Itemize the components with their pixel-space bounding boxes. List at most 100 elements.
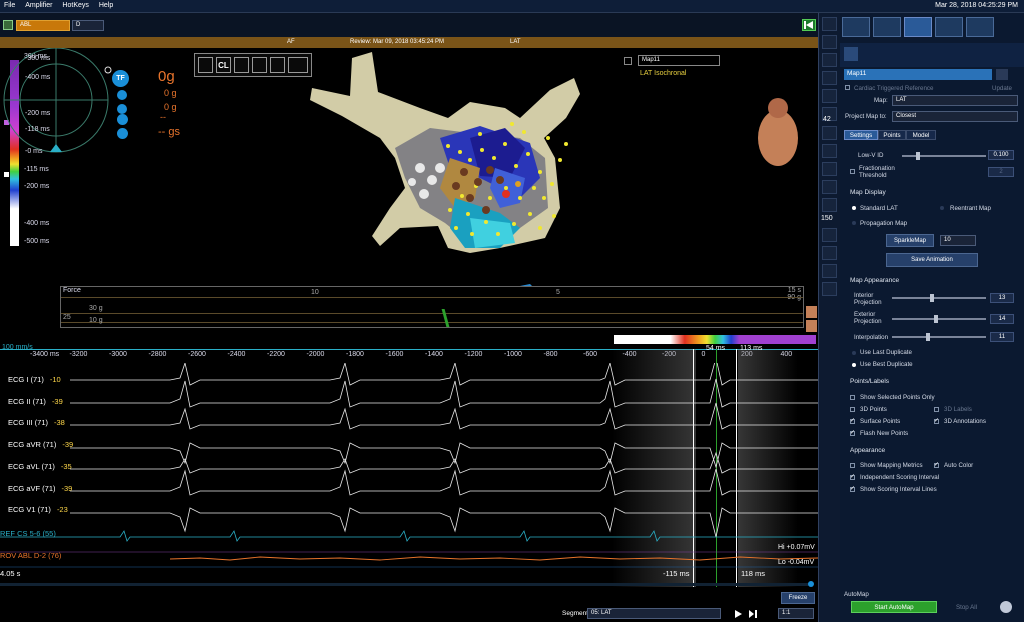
ecg-waveform-view[interactable]: 100 mm/s -3400 ms -3200 -3000 -2800 -2600 -24… <box>0 333 818 622</box>
show-selected-checkbox[interactable] <box>850 395 855 400</box>
interpolation-slider[interactable] <box>892 333 986 341</box>
map-type-icon[interactable] <box>844 47 858 61</box>
standard-lat-radio[interactable] <box>852 206 856 210</box>
gear-icon[interactable] <box>822 282 837 296</box>
play-icon[interactable] <box>734 609 743 619</box>
use-last-radio[interactable] <box>852 351 856 355</box>
propagation-radio[interactable] <box>852 221 856 225</box>
map-name-field[interactable]: Map11 <box>844 69 992 80</box>
menu-help[interactable]: Help <box>95 0 117 9</box>
spark-icon[interactable] <box>270 57 285 73</box>
exterior-slider[interactable] <box>892 315 986 323</box>
use-best-radio[interactable] <box>852 363 856 367</box>
map-options-icon[interactable] <box>996 69 1008 80</box>
catheter-select[interactable]: ABL <box>16 20 70 31</box>
catheter-icon[interactable] <box>3 20 13 30</box>
pointer-icon[interactable] <box>822 71 837 85</box>
annot3d-checkbox[interactable] <box>934 417 939 424</box>
menu-hotkeys[interactable]: HotKeys <box>58 0 92 9</box>
lo-value: Lo -0.04mV <box>778 559 815 566</box>
sweep-speed: 100 mm/s <box>2 344 33 351</box>
lowv-slider[interactable] <box>902 152 986 160</box>
update-button[interactable]: Update <box>992 85 1012 92</box>
menu-amplifier[interactable]: Amplifier <box>21 0 56 9</box>
lowv-value[interactable]: 0.100 <box>988 150 1014 160</box>
waveform-icon[interactable] <box>198 57 213 73</box>
segment-select[interactable]: 05: LAT <box>587 608 721 619</box>
panel-tab-map-icon[interactable] <box>904 17 932 37</box>
tf-badge[interactable]: TF <box>112 70 129 87</box>
interior-value[interactable]: 13 <box>990 293 1014 303</box>
sparklemap-button[interactable]: SparkleMap <box>886 234 934 247</box>
start-automap-button[interactable]: Start AutoMap <box>851 601 937 613</box>
interior-slider[interactable] <box>892 294 986 302</box>
project-select[interactable]: Closest <box>892 111 1018 122</box>
ruler-tick: -3400 ms <box>30 351 60 358</box>
tab-points[interactable]: Points <box>878 130 906 140</box>
lat-window-bar[interactable] <box>614 335 816 344</box>
cycle-length-icon[interactable]: CL <box>216 57 231 73</box>
fract-value[interactable]: 2 <box>988 167 1014 177</box>
scoring-lines-checkbox[interactable] <box>850 485 855 492</box>
sparkle-count-select[interactable]: 10 <box>940 235 976 246</box>
map-3d-view[interactable]: 300 ms -115 ms -200 ms -400 ms -500 ms -… <box>0 48 818 333</box>
hand-icon[interactable] <box>822 53 837 67</box>
cardiac-ref-checkbox[interactable] <box>845 85 850 90</box>
fract-checkbox[interactable] <box>850 169 855 174</box>
menu-file[interactable]: File <box>0 0 19 9</box>
labels3d-label: 3D Labels <box>944 406 972 413</box>
brush-icon[interactable] <box>822 162 837 176</box>
flash-checkbox[interactable] <box>850 429 855 436</box>
panel-tab-report-icon[interactable] <box>966 17 994 37</box>
map-select[interactable]: Map11 <box>638 55 720 66</box>
panel-tab-monitor-icon[interactable] <box>935 17 963 37</box>
tab-settings[interactable]: Settings <box>844 130 878 140</box>
lesion-icon[interactable] <box>822 144 837 158</box>
panel-tab-sphere-icon[interactable] <box>873 17 901 37</box>
rov-abl-label[interactable]: ROV ABL D-2 (76) <box>0 551 61 560</box>
points3d-checkbox[interactable] <box>850 407 855 412</box>
ruler-icon-2[interactable] <box>822 198 837 212</box>
go-live-icon[interactable] <box>802 19 816 31</box>
toolbar: ABL D <box>0 13 818 37</box>
step-forward-icon[interactable] <box>748 609 758 619</box>
force-lateral-icon <box>117 104 127 114</box>
lasso-icon[interactable] <box>822 89 837 103</box>
save-animation-button[interactable]: Save Animation <box>886 253 978 267</box>
scale-handle-bottom[interactable] <box>4 172 9 177</box>
interpolation-value[interactable]: 11 <box>990 332 1014 342</box>
scroll-end-icon[interactable] <box>808 581 814 587</box>
ruler-icon[interactable] <box>822 126 837 140</box>
playback-ratio-select[interactable]: 1:1 <box>778 608 814 619</box>
panel-tab-maps-icon[interactable] <box>842 17 870 37</box>
compass-icon[interactable] <box>822 35 837 49</box>
eye-icon[interactable] <box>822 246 837 260</box>
reentrant-radio[interactable] <box>940 206 944 210</box>
gauge-label-2: -200 ms <box>25 110 51 117</box>
map-lock-icon[interactable] <box>624 57 632 65</box>
gauge-icon[interactable] <box>234 57 249 73</box>
auto-color-checkbox[interactable] <box>934 461 939 468</box>
ref-cs-label[interactable]: REF CS 5-6 (55) <box>0 529 56 538</box>
labels3d-checkbox[interactable] <box>934 407 939 412</box>
show-metrics-checkbox[interactable] <box>850 463 855 468</box>
force-v3: -- <box>160 112 166 122</box>
wave-icon[interactable] <box>822 264 837 278</box>
chart-icon[interactable] <box>822 228 837 242</box>
map-type-select[interactable]: LAT <box>892 95 1018 106</box>
indep-checkbox[interactable] <box>850 473 855 480</box>
standard-lat-label: Standard LAT <box>860 205 898 212</box>
target-icon[interactable] <box>822 17 837 31</box>
measure-icon[interactable] <box>288 57 308 73</box>
surface-checkbox[interactable] <box>850 417 855 424</box>
tab-model[interactable]: Model <box>906 130 936 140</box>
flag-icon[interactable] <box>822 180 837 194</box>
mode-select[interactable]: D <box>72 20 104 31</box>
scale-value: 150 <box>821 215 833 222</box>
timeline-scrollbar[interactable] <box>0 583 810 586</box>
grid-icon[interactable] <box>252 57 267 73</box>
stop-all-button[interactable]: Stop All <box>956 604 977 611</box>
settings-gear-icon[interactable] <box>1000 601 1012 613</box>
exterior-value[interactable]: 14 <box>990 314 1014 324</box>
freeze-button[interactable]: Freeze <box>781 592 815 604</box>
